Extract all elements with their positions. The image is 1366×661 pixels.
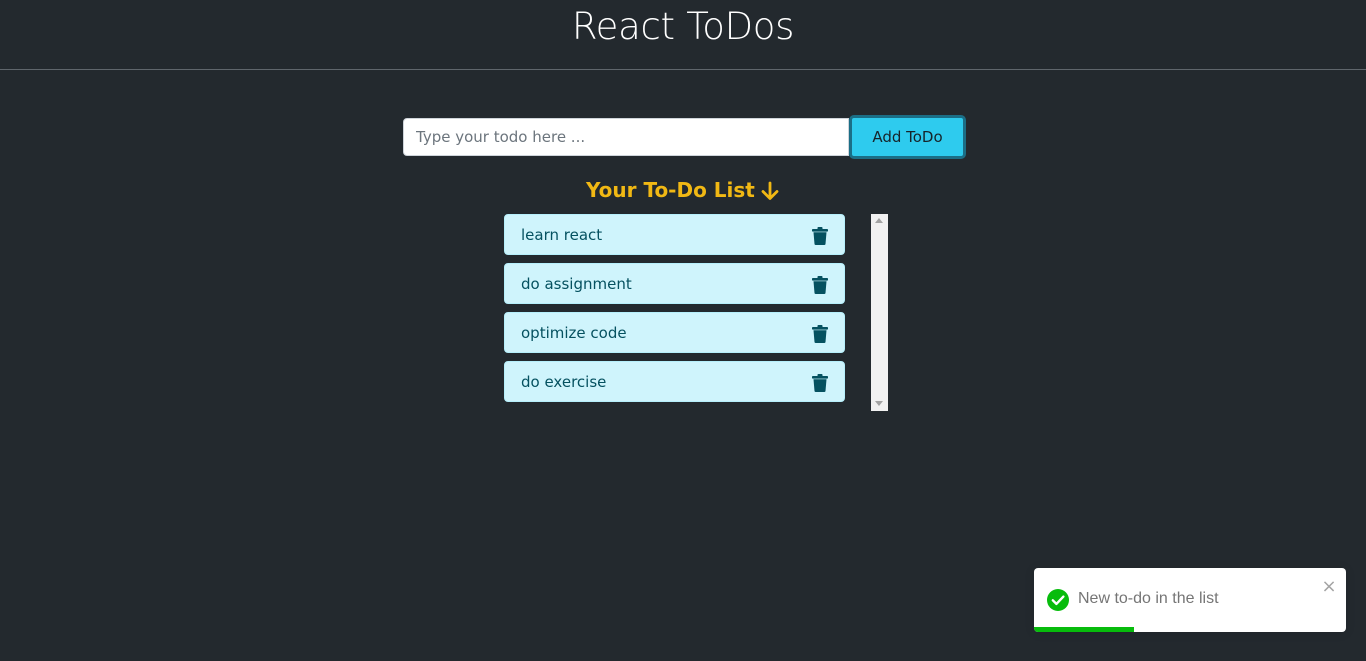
trash-icon[interactable] — [812, 276, 828, 294]
list-scrollbar[interactable] — [871, 214, 888, 411]
close-icon[interactable]: × — [1320, 578, 1338, 596]
trash-icon[interactable] — [812, 227, 828, 245]
todo-item: optimize code — [504, 312, 845, 353]
todo-text: learn react — [521, 226, 603, 244]
todo-item: learn react — [504, 214, 845, 255]
check-circle-icon — [1047, 589, 1069, 611]
todo-text: do exercise — [521, 373, 607, 391]
toast-progress-bar — [1034, 627, 1134, 632]
todo-text: do assignment — [521, 275, 632, 293]
scroll-down-arrow-icon[interactable] — [875, 401, 883, 406]
app-header: React ToDos — [0, 0, 1366, 70]
todo-text: optimize code — [521, 324, 627, 342]
arrow-down-icon — [761, 181, 779, 200]
list-heading: Your To-Do List — [586, 178, 755, 202]
toast-notification[interactable]: New to-do in the list × — [1034, 568, 1346, 632]
todo-item: do exercise — [504, 361, 845, 402]
trash-icon[interactable] — [812, 325, 828, 343]
scroll-up-arrow-icon[interactable] — [875, 218, 883, 223]
todo-input[interactable] — [403, 118, 849, 156]
add-todo-button[interactable]: Add ToDo — [849, 115, 966, 159]
trash-icon[interactable] — [812, 374, 828, 392]
toast-message: New to-do in the list — [1078, 590, 1219, 607]
page-title: React ToDos — [571, 5, 795, 48]
todo-list: learn react do assignment optimize code … — [504, 214, 845, 410]
todo-item: do assignment — [504, 263, 845, 304]
